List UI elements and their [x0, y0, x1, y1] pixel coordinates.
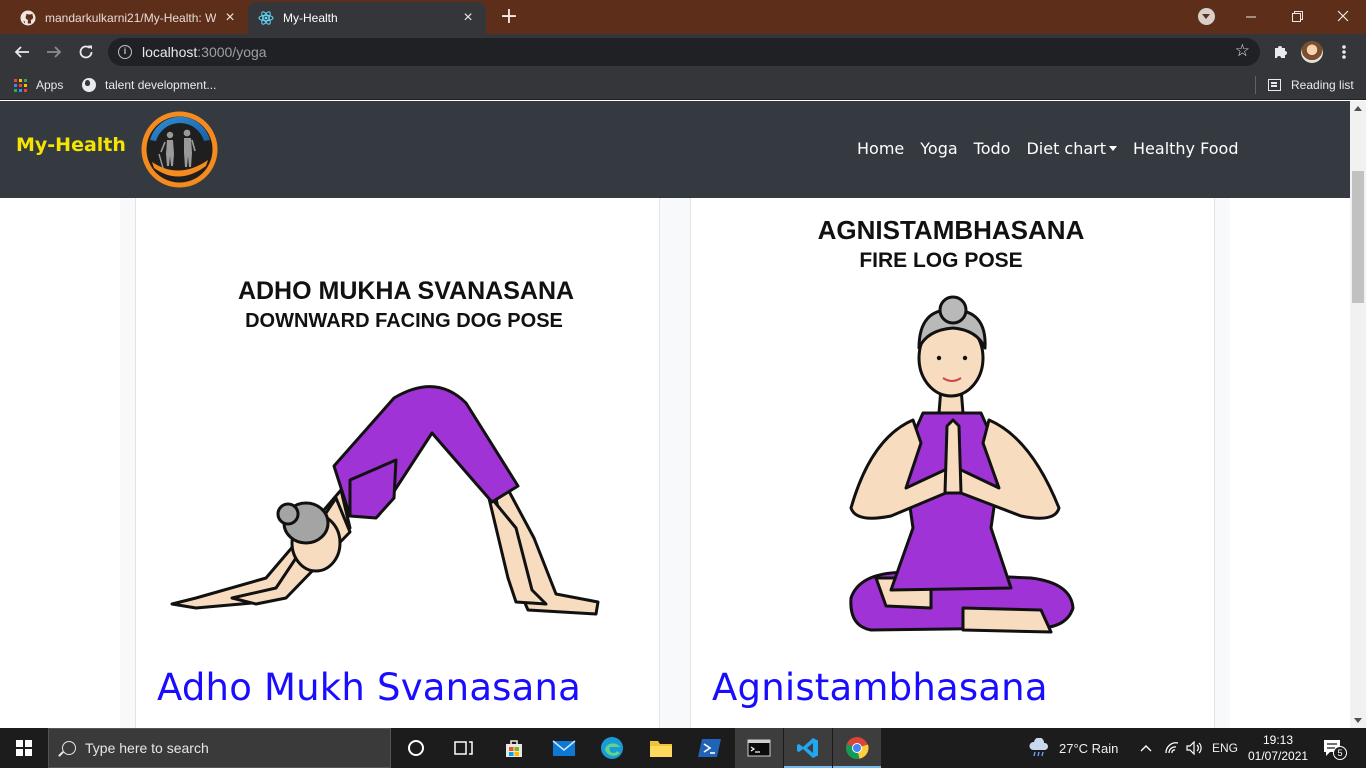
clock-date: 01/07/2021 [1248, 749, 1309, 763]
cortana-icon[interactable] [392, 728, 440, 768]
rain-cloud-icon [1029, 738, 1048, 757]
reading-list-label: Reading list [1291, 78, 1354, 92]
windows-taskbar: Type here to search 27°C Rain ENG 19:13 … [0, 728, 1366, 768]
nav-todo[interactable]: Todo [974, 139, 1011, 158]
globe-icon [82, 78, 96, 92]
apps-grid-icon [14, 78, 27, 92]
close-window-button[interactable] [1320, 0, 1366, 32]
page-viewport: My-Health Home Yoga Todo Diet chart Heal… [0, 101, 1350, 728]
clock-time: 19:13 [1262, 733, 1294, 747]
show-hidden-icons-chevron[interactable] [1140, 728, 1152, 768]
reload-button[interactable] [72, 38, 100, 66]
wifi-icon[interactable] [1164, 728, 1180, 768]
yoga-card-agnistambhasana[interactable]: AGNISTAMBHASANA FIRE LOG POSE Agnistambh… [690, 198, 1215, 728]
start-button[interactable] [0, 728, 48, 768]
restore-button[interactable] [1274, 0, 1320, 32]
page-scrollbar[interactable] [1350, 101, 1366, 728]
menu-kebab-icon[interactable] [1330, 38, 1358, 66]
tab-my-health[interactable]: My-Health × [248, 2, 486, 34]
close-icon[interactable]: × [222, 9, 238, 26]
back-button[interactable] [8, 38, 36, 66]
brand-link[interactable]: My-Health [16, 134, 126, 156]
bookmark-label: Apps [36, 78, 64, 92]
tab-title: My-Health [283, 11, 338, 25]
pose-title[interactable]: Adho Mukh Svanasana [157, 666, 581, 709]
bookmark-label: talent development... [105, 78, 217, 92]
address-bar[interactable]: i localhost:3000/yoga ☆ [108, 38, 1260, 66]
nav-links: Home Yoga Todo Diet chart Healthy Food [857, 139, 1254, 158]
mail-icon[interactable] [540, 728, 588, 768]
site-info-icon[interactable]: i [118, 45, 132, 59]
notification-center-icon[interactable]: 5 [1322, 728, 1347, 768]
nav-diet-chart-dropdown[interactable]: Diet chart [1026, 139, 1118, 158]
profile-avatar[interactable] [1301, 41, 1323, 63]
nav-yoga[interactable]: Yoga [920, 139, 957, 158]
bookmark-talent-development[interactable]: talent development... [82, 76, 216, 94]
yoga-card-adho-mukha[interactable]: ADHO MUKHA SVANASANA DOWNWARD FACING DOG… [135, 198, 660, 728]
store-icon[interactable] [490, 728, 538, 768]
nav-diet-chart-label: Diet chart [1026, 139, 1107, 158]
powershell-icon[interactable] [686, 728, 734, 768]
close-icon[interactable]: × [460, 9, 476, 26]
pose-caption-line1: ADHO MUKHA SVANASANA [238, 277, 574, 305]
pose-caption-line2: FIRE LOG POSE [859, 249, 1022, 272]
bookmark-apps[interactable]: Apps [14, 76, 63, 94]
weather-widget[interactable]: 27°C Rain [1028, 728, 1118, 768]
fire-log-pose-image: AGNISTAMBHASANA FIRE LOG POSE [818, 215, 1085, 634]
react-icon [258, 10, 274, 26]
url-text: localhost:3000/yoga [142, 44, 267, 60]
language-indicator[interactable]: ENG [1212, 728, 1238, 768]
browser-toolbar: i localhost:3000/yoga ☆ [0, 34, 1366, 70]
scroll-down-arrow-icon[interactable] [1354, 718, 1362, 723]
windows-logo-icon [16, 740, 32, 756]
reading-list-button[interactable]: Reading list [1268, 76, 1354, 94]
nav-home[interactable]: Home [857, 139, 904, 158]
task-view-icon[interactable] [440, 728, 488, 768]
forward-button[interactable] [40, 38, 68, 66]
system-clock[interactable]: 19:13 01/07/2021 [1248, 732, 1308, 764]
bookmarks-bar: Apps talent development... Reading list [0, 70, 1366, 100]
minimize-button[interactable] [1228, 0, 1274, 32]
taskbar-search-placeholder: Type here to search [85, 740, 209, 756]
chrome-icon[interactable] [833, 728, 881, 768]
tab-github[interactable]: mandarkulkarni21/My-Health: W × [10, 2, 248, 34]
bookmark-star-icon[interactable]: ☆ [1235, 41, 1250, 61]
github-icon [20, 10, 36, 26]
chevron-down-icon [1109, 146, 1118, 151]
bookmarks-divider [1255, 76, 1256, 94]
nav-healthy-food[interactable]: Healthy Food [1133, 139, 1238, 158]
my-health-logo[interactable] [140, 110, 219, 189]
scrollbar-thumb[interactable] [1352, 171, 1364, 303]
pose-title[interactable]: Agnistambhasana [712, 666, 1048, 709]
extensions-puzzle-icon[interactable] [1266, 38, 1294, 66]
file-explorer-icon[interactable] [637, 728, 685, 768]
terminal-icon[interactable] [735, 728, 783, 768]
weather-text: 27°C Rain [1059, 740, 1119, 756]
tab-title: mandarkulkarni21/My-Health: W [45, 11, 216, 25]
search-icon [62, 741, 76, 755]
vscode-icon[interactable] [784, 728, 832, 768]
pose-caption-line1: AGNISTAMBHASANA [818, 215, 1085, 245]
site-navbar: My-Health Home Yoga Todo Diet chart Heal… [0, 101, 1350, 198]
pose-caption-line2: DOWNWARD FACING DOG POSE [245, 310, 563, 332]
edge-icon[interactable] [588, 728, 636, 768]
browser-tab-strip: mandarkulkarni21/My-Health: W × My-Healt… [0, 0, 1366, 34]
taskbar-search-box[interactable]: Type here to search [48, 728, 391, 768]
reading-list-icon [1268, 79, 1281, 91]
notification-count: 5 [1333, 746, 1347, 760]
downward-dog-pose-image: ADHO MUKHA SVANASANA DOWNWARD FACING DOG… [170, 277, 600, 616]
scroll-up-arrow-icon[interactable] [1354, 106, 1362, 111]
volume-icon[interactable] [1186, 728, 1204, 768]
new-tab-button[interactable]: + [496, 5, 522, 31]
tab-search-icon[interactable] [1198, 8, 1215, 25]
